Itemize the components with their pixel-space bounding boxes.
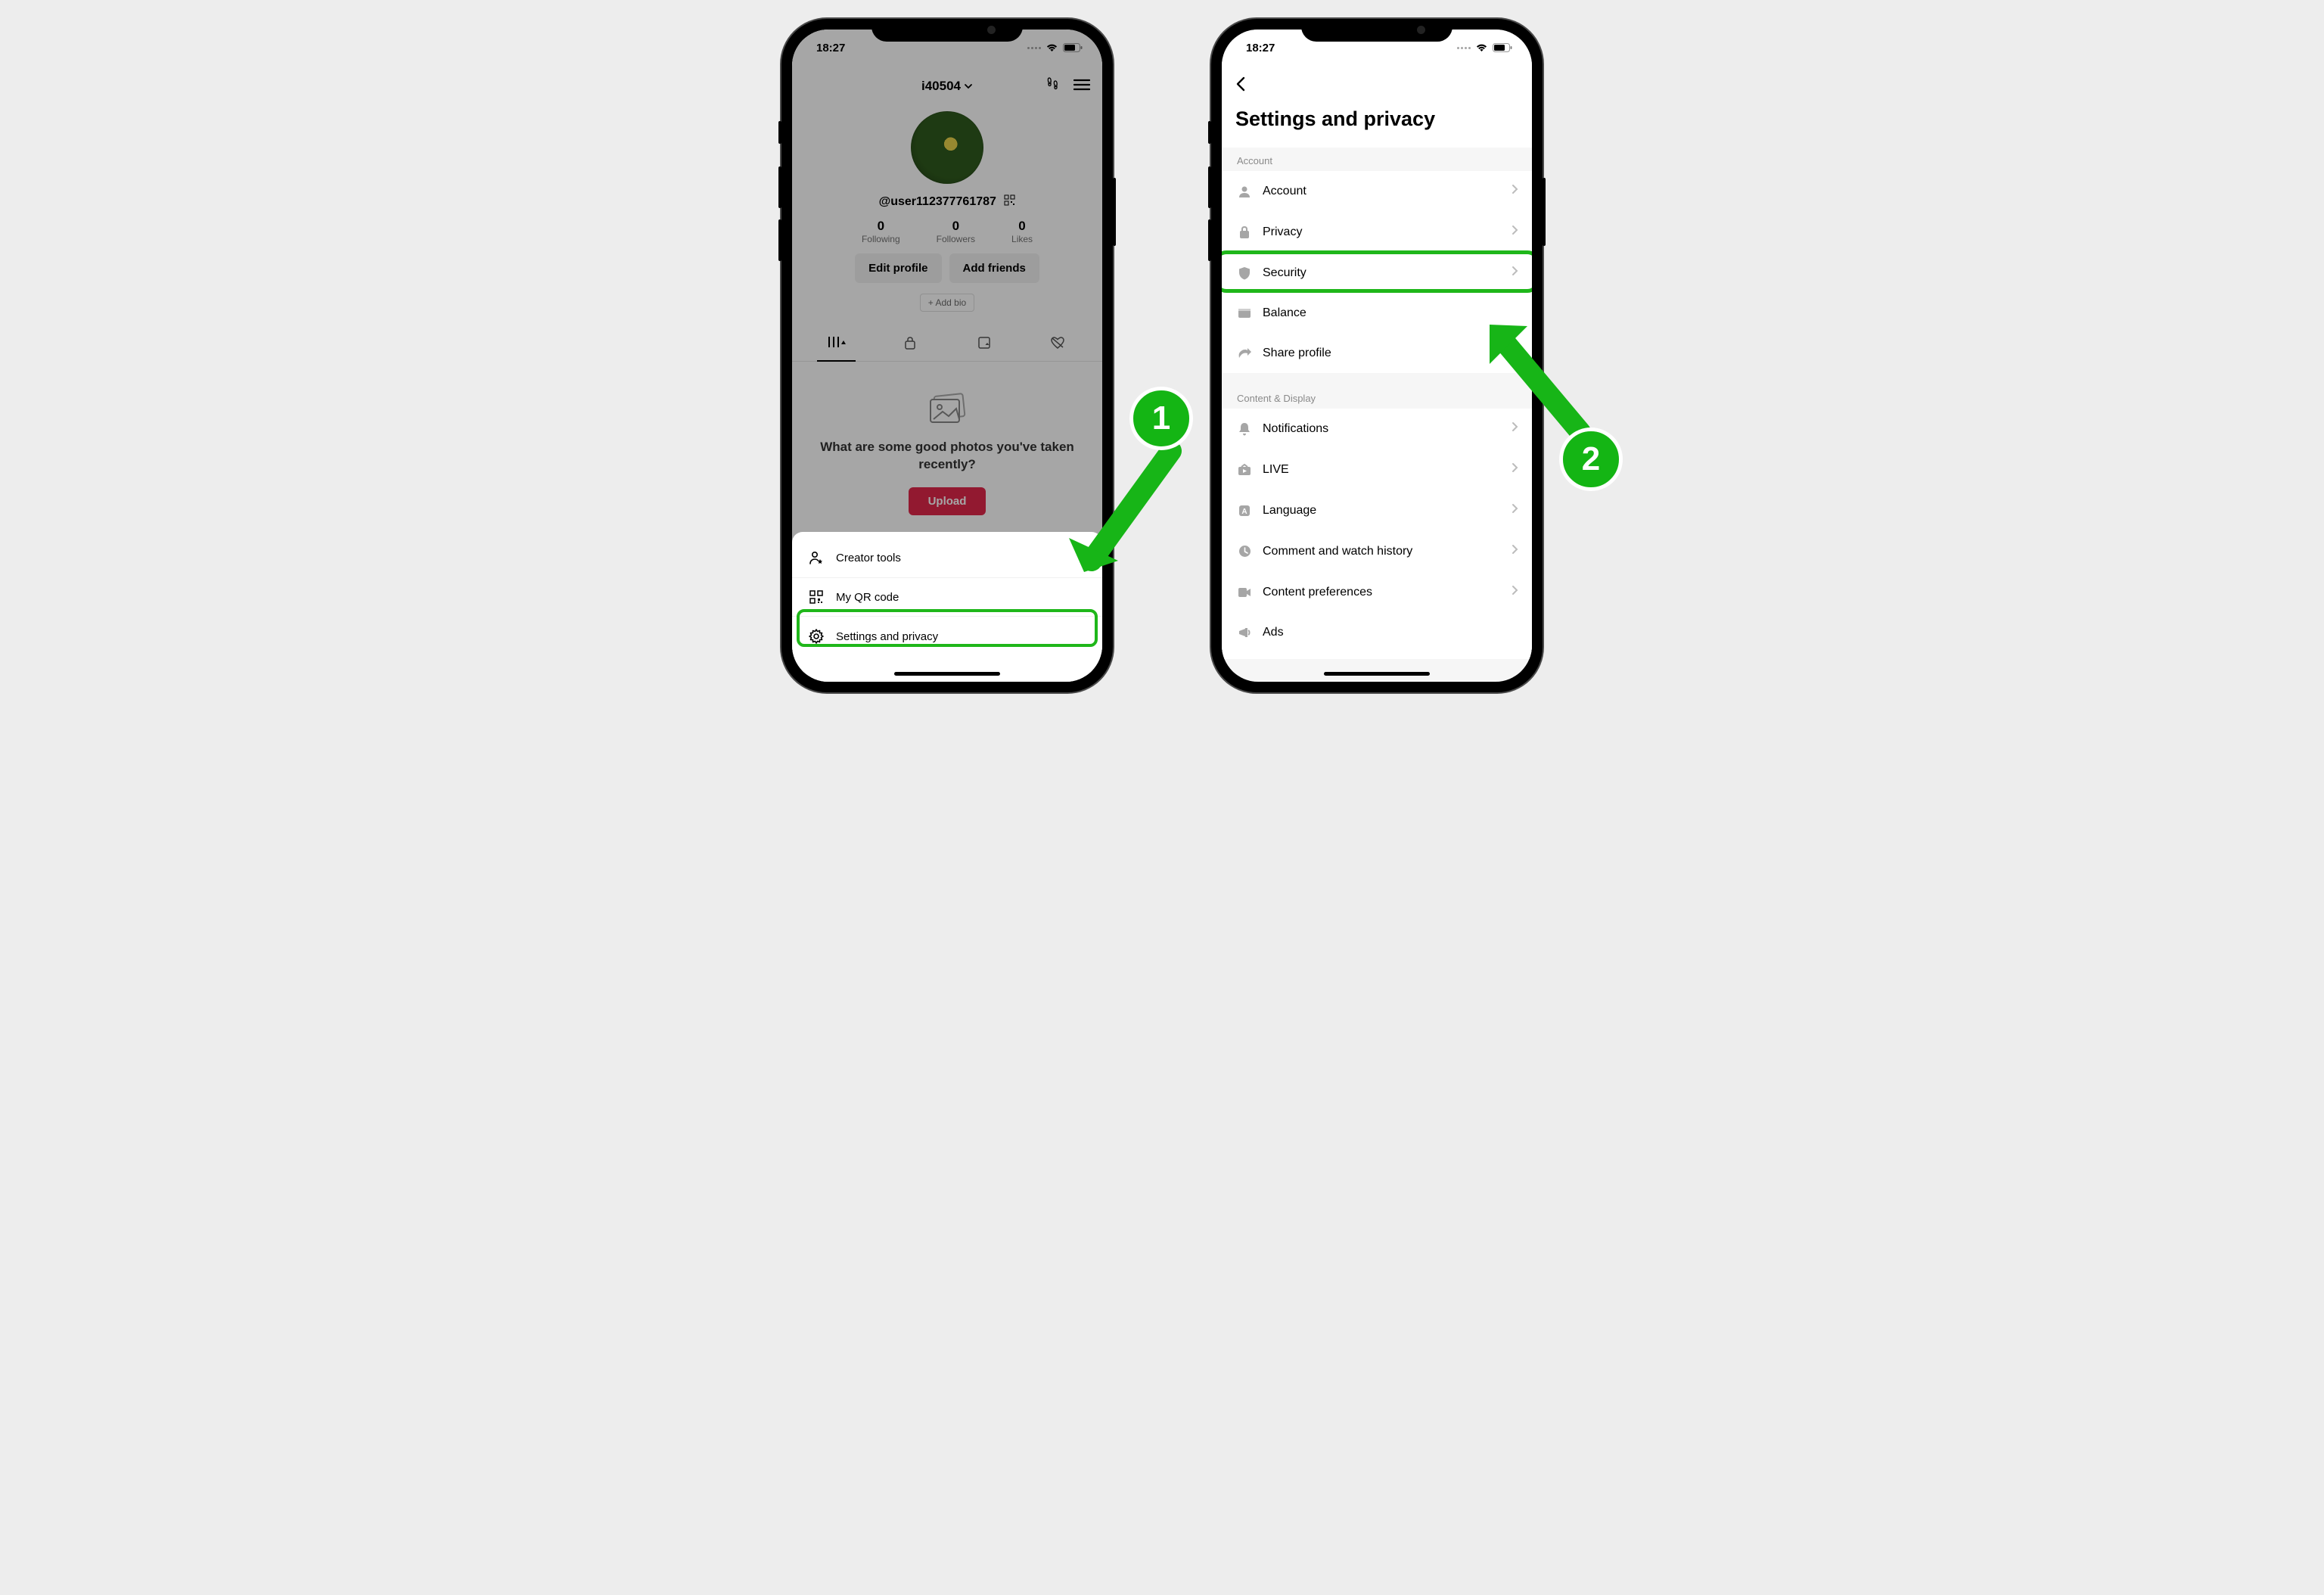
phone-1-wrap: 18:27 i40504	[781, 19, 1113, 692]
row-label: Language	[1263, 504, 1501, 518]
row-privacy[interactable]: Privacy	[1222, 211, 1532, 252]
person-icon	[1237, 185, 1252, 198]
wifi-icon	[1475, 43, 1488, 52]
row-label: LIVE	[1263, 463, 1501, 477]
clock-icon	[1237, 545, 1252, 558]
chevron-right-icon	[1512, 585, 1518, 599]
row-live[interactable]: LIVE	[1222, 449, 1532, 490]
back-button[interactable]	[1235, 69, 1518, 97]
arrow-1	[1046, 440, 1198, 599]
step-badge-2: 2	[1559, 428, 1623, 491]
notch	[872, 19, 1023, 42]
row-account[interactable]: Account	[1222, 171, 1532, 211]
section-account-label: Account	[1222, 148, 1532, 171]
megaphone-icon	[1237, 626, 1252, 639]
svg-text:A: A	[1241, 508, 1247, 516]
row-history[interactable]: Comment and watch history	[1222, 530, 1532, 571]
row-security[interactable]: Security	[1222, 252, 1532, 293]
row-language[interactable]: A Language	[1222, 490, 1532, 530]
phone-2-wrap: 18:27 Settings and privacy Account Ac	[1211, 19, 1543, 692]
cell-signal-icon	[1457, 47, 1471, 49]
video-icon	[1237, 587, 1252, 598]
chevron-right-icon	[1512, 266, 1518, 280]
page-title: Settings and privacy	[1235, 97, 1518, 148]
row-label: Ads	[1263, 626, 1518, 639]
live-icon	[1237, 464, 1252, 476]
row-content-prefs[interactable]: Content preferences	[1222, 571, 1532, 612]
row-label: Account	[1263, 185, 1501, 198]
clock: 18:27	[1246, 42, 1275, 54]
row-label: Content preferences	[1263, 586, 1501, 599]
home-indicator	[1324, 672, 1430, 676]
sheet-label: Creator tools	[836, 552, 901, 564]
wallet-icon	[1237, 307, 1252, 319]
sheet-settings-privacy[interactable]: Settings and privacy	[792, 616, 1102, 656]
chevron-right-icon	[1512, 462, 1518, 477]
arrow-2	[1452, 296, 1603, 447]
sheet-label: Settings and privacy	[836, 630, 938, 643]
chevron-right-icon	[1512, 184, 1518, 198]
language-icon: A	[1237, 505, 1252, 517]
battery-icon	[1493, 43, 1512, 52]
person-star-icon	[809, 550, 824, 565]
step-badge-1: 1	[1129, 387, 1193, 450]
chevron-right-icon	[1512, 225, 1518, 239]
chevron-right-icon	[1512, 503, 1518, 518]
qr-code-icon	[809, 590, 824, 604]
bell-icon	[1237, 422, 1252, 436]
gear-icon	[809, 629, 824, 644]
sheet-label: My QR code	[836, 591, 899, 604]
row-label: Comment and watch history	[1263, 545, 1501, 558]
home-indicator	[894, 672, 1000, 676]
notch	[1301, 19, 1452, 42]
row-ads[interactable]: Ads	[1222, 612, 1532, 659]
lock-icon	[1237, 225, 1252, 239]
row-label: Security	[1263, 266, 1501, 280]
row-label: Privacy	[1263, 225, 1501, 239]
chevron-right-icon	[1512, 544, 1518, 558]
shield-icon	[1237, 266, 1252, 280]
share-icon	[1237, 347, 1252, 359]
